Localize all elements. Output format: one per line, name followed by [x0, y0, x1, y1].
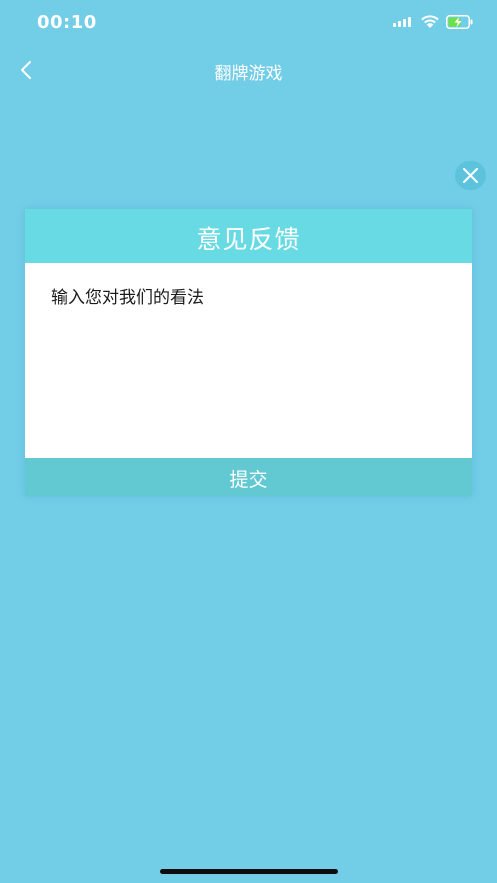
status-bar: 00:10 — [0, 0, 497, 48]
nav-bar: 翻牌游戏 — [0, 48, 497, 92]
battery-charging-icon — [446, 15, 473, 29]
submit-button-label: 提交 — [229, 469, 268, 491]
wifi-icon — [421, 15, 439, 28]
feedback-input[interactable] — [25, 263, 472, 458]
page-title: 翻牌游戏 — [214, 64, 283, 84]
submit-button[interactable]: 提交 — [25, 458, 472, 496]
cellular-signal-icon — [393, 17, 413, 27]
close-dialog-button[interactable] — [455, 161, 486, 190]
dialog-title: 意见反馈 — [196, 225, 301, 254]
home-indicator[interactable] — [160, 869, 338, 874]
dialog-header: 意见反馈 — [25, 209, 472, 263]
close-icon — [463, 168, 478, 183]
status-time: 00:10 — [37, 12, 97, 33]
feedback-dialog: 意见反馈 提交 — [25, 209, 472, 496]
